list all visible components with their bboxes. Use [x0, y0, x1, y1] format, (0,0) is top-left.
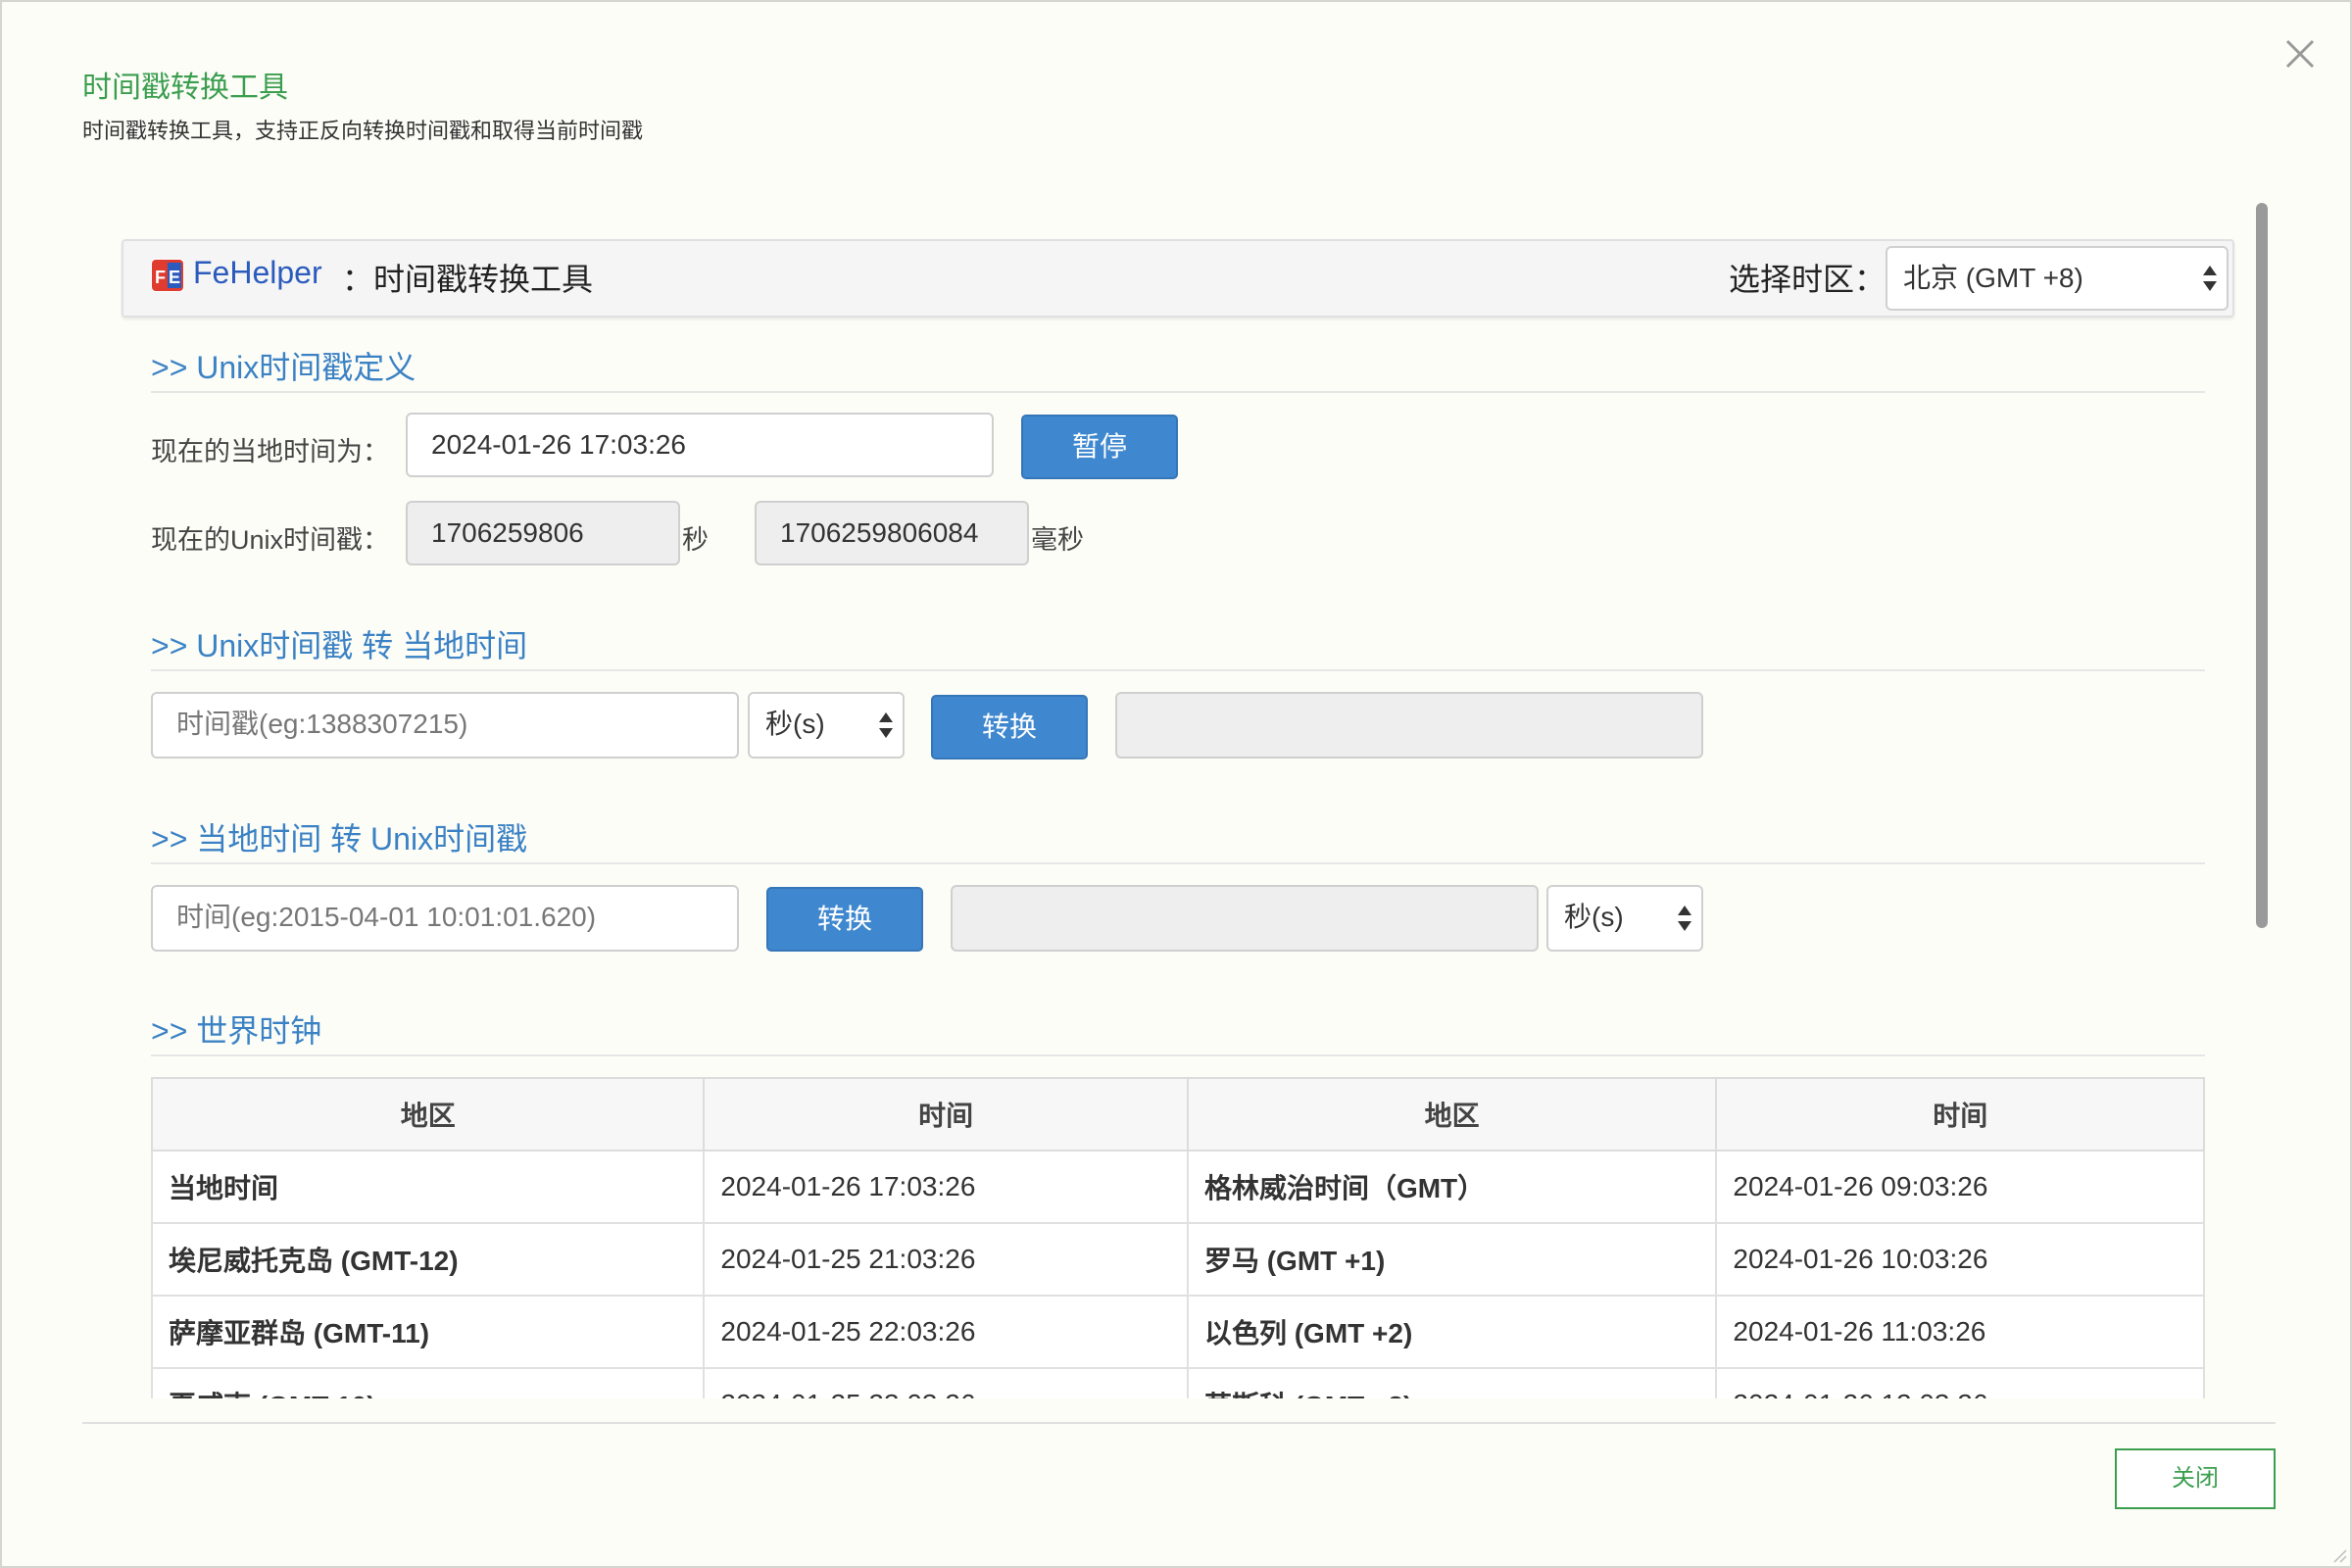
table-header-row: 地区 时间 地区 时间	[150, 1077, 2205, 1152]
millis-unit: 毫秒	[1031, 525, 1084, 555]
time-cell: 2024-01-26 09:03:26	[1715, 1150, 2205, 1224]
timestamp-input[interactable]: 时间戳(eg:1388307215)	[151, 692, 739, 759]
local-time-input[interactable]: 时间(eg:2015-04-01 10:01:01.620)	[151, 885, 739, 952]
local-unit-value: 秒(s)	[1564, 902, 1624, 932]
timezone-select[interactable]: 北京 (GMT +8)	[1886, 246, 2229, 311]
table-row: 埃尼威托克岛 (GMT-12) 2024-01-25 21:03:26 罗马 (…	[150, 1222, 2205, 1297]
section-title-local-to-ts: >> 当地时间 转 Unix时间戳	[151, 821, 528, 857]
section-title-world-clock: >> 世界时钟	[151, 1013, 322, 1049]
dialog-title: 时间戳转换工具	[82, 72, 288, 104]
time-cell: 2024-01-25 21:03:26	[703, 1222, 1189, 1297]
column-header: 地区	[150, 1077, 706, 1152]
time-cell: 2024-01-25 23:03:26	[703, 1367, 1189, 1398]
world-clock-table: 地区 时间 地区 时间 当地时间 2024-01-26 17:03:26 格林威…	[150, 1077, 2205, 1398]
time-cell: 2024-01-26 11:03:26	[1715, 1295, 2205, 1369]
section-divider	[151, 669, 2205, 671]
table-row: 夏威夷 (GMT-10) 2024-01-25 23:03:26 莫斯科 (GM…	[150, 1367, 2205, 1398]
convert-ts-button[interactable]: 转换	[931, 695, 1088, 760]
seconds-unit: 秒	[682, 525, 709, 555]
close-button[interactable]: 关闭	[2115, 1448, 2276, 1509]
timezone-label: 选择时区：	[1729, 262, 1886, 297]
select-arrows-icon	[2203, 264, 2217, 293]
resize-grip-icon[interactable]	[2328, 1544, 2348, 1564]
local-time-field[interactable]: 2024-01-26 17:03:26	[406, 413, 994, 477]
section-title-unix-definition: >> Unix时间戳定义	[151, 350, 416, 385]
seconds-timestamp-field[interactable]: 1706259806	[406, 501, 680, 565]
timestamp-result[interactable]	[951, 885, 1539, 952]
select-arrows-icon	[1678, 904, 1691, 933]
local-unit-select[interactable]: 秒(s)	[1546, 885, 1703, 952]
region-cell: 萨摩亚群岛 (GMT-11)	[150, 1295, 706, 1369]
region-cell: 莫斯科 (GMT +3)	[1186, 1367, 1718, 1398]
column-header: 时间	[703, 1077, 1189, 1152]
brand-name: FeHelper	[193, 255, 322, 290]
local-time-result[interactable]	[1115, 692, 1703, 759]
svg-text:F: F	[155, 268, 166, 287]
section-divider	[151, 1054, 2205, 1056]
section-title-ts-to-local: >> Unix时间戳 转 当地时间	[151, 628, 528, 663]
ts-unit-select[interactable]: 秒(s)	[748, 692, 905, 759]
region-cell: 罗马 (GMT +1)	[1186, 1222, 1718, 1297]
region-cell: 当地时间	[150, 1150, 706, 1224]
dialog-subtitle: 时间戳转换工具，支持正反向转换时间戳和取得当前时间戳	[82, 119, 644, 143]
table-row: 萨摩亚群岛 (GMT-11) 2024-01-25 22:03:26 以色列 (…	[150, 1295, 2205, 1369]
region-cell: 以色列 (GMT +2)	[1186, 1295, 1718, 1369]
section-divider	[151, 862, 2205, 864]
fehelper-logo-icon: F E	[151, 259, 184, 292]
content-area: F E FeHelper ：时间戳转换工具 选择时区： 北京 (GMT +8) …	[82, 193, 2278, 1398]
region-cell: 夏威夷 (GMT-10)	[150, 1367, 706, 1398]
timezone-value: 北京 (GMT +8)	[1903, 263, 2083, 293]
section-divider	[151, 391, 2205, 393]
column-header: 地区	[1186, 1077, 1718, 1152]
table-row: 当地时间 2024-01-26 17:03:26 格林威治时间（GMT） 202…	[150, 1150, 2205, 1224]
timestamp-dialog: 时间戳转换工具 时间戳转换工具，支持正反向转换时间戳和取得当前时间戳 F E F…	[0, 0, 2352, 1568]
time-cell: 2024-01-26 17:03:26	[703, 1150, 1189, 1224]
convert-local-button[interactable]: 转换	[766, 887, 923, 952]
vertical-scrollbar[interactable]	[2256, 203, 2268, 928]
close-icon[interactable]	[2276, 29, 2325, 78]
region-cell: 埃尼威托克岛 (GMT-12)	[150, 1222, 706, 1297]
time-cell: 2024-01-26 12:03:26	[1715, 1367, 2205, 1398]
svg-text:E: E	[169, 268, 180, 287]
pause-button[interactable]: 暂停	[1021, 415, 1178, 479]
local-time-label: 现在的当地时间为：	[151, 437, 389, 466]
footer-divider	[82, 1422, 2276, 1424]
time-cell: 2024-01-26 10:03:26	[1715, 1222, 2205, 1297]
unix-timestamp-label: 现在的Unix时间戳：	[151, 525, 390, 555]
millis-timestamp-field[interactable]: 1706259806084	[755, 501, 1029, 565]
select-arrows-icon	[879, 710, 893, 740]
header-title: ：时间戳转换工具	[342, 262, 594, 297]
column-header: 时间	[1715, 1077, 2205, 1152]
ts-unit-value: 秒(s)	[765, 709, 825, 739]
region-cell: 格林威治时间（GMT）	[1186, 1150, 1718, 1224]
time-cell: 2024-01-25 22:03:26	[703, 1295, 1189, 1369]
